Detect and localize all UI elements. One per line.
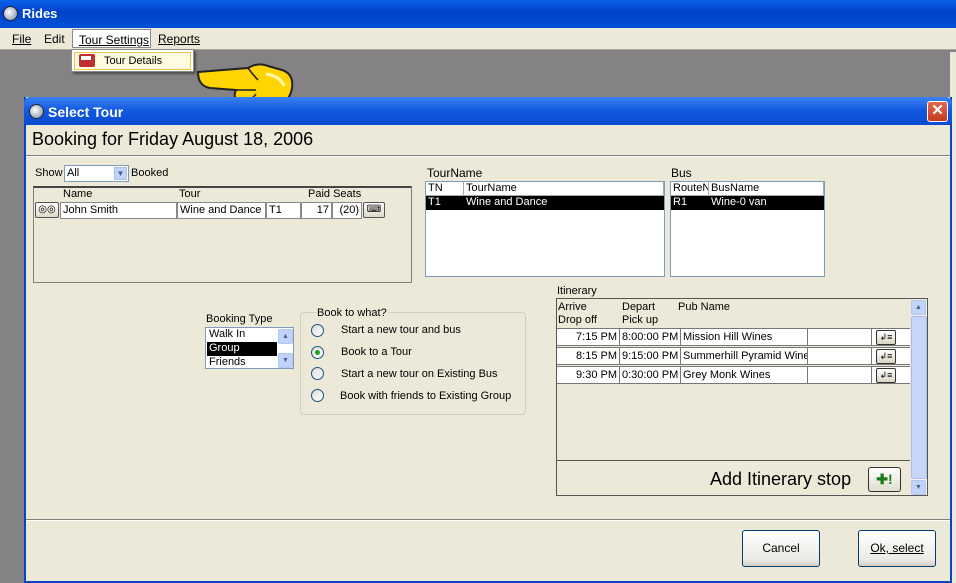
itinerary-pub: Mission Hill Wines — [681, 329, 808, 346]
column-header-busname: BusName — [709, 182, 824, 196]
itinerary-row[interactable]: 7:15 PM 8:00:00 PM Mission Hill Wines ↲≡ — [557, 328, 910, 346]
add-itinerary-label: Add Itinerary stop — [710, 469, 852, 489]
bus-row-route[interactable]: R1 — [671, 196, 709, 210]
booking-type-walk-in[interactable]: Walk In — [207, 328, 277, 342]
divider — [557, 460, 910, 462]
header-drop-off: Drop off — [558, 314, 597, 326]
radio-label: Book to a Tour — [341, 346, 412, 358]
tour-list: TN TourName T1 Wine and Dance — [425, 181, 665, 277]
column-header-route: RouteN — [671, 182, 709, 196]
tourname-section-label: TourName — [427, 166, 483, 180]
itinerary-depart: 8:00:00 PM — [620, 329, 681, 346]
add-itinerary-stop-button[interactable]: ✚! — [868, 467, 901, 492]
scroll-down-icon[interactable]: ▼ — [911, 480, 926, 495]
itinerary-row[interactable]: 9:30 PM 0:30:00 PM Grey Monk Wines ↲≡ — [557, 366, 910, 384]
tour-row-name[interactable]: Wine and Dance — [464, 196, 664, 210]
itinerary-pub: Grey Monk Wines — [681, 367, 808, 384]
radio-label: Start a new tour and bus — [341, 324, 461, 336]
booking-seats-cell[interactable]: (20) — [332, 202, 362, 219]
itinerary-scrollbar[interactable]: ▲ ▼ — [911, 300, 927, 495]
show-filter-select[interactable]: All ▼ — [64, 165, 129, 182]
column-header-name: Name — [63, 188, 93, 200]
radio-label: Start a new tour on Existing Bus — [341, 368, 498, 380]
radio-new-tour-existing-bus[interactable] — [311, 367, 324, 380]
app-title-bar: Rides — [0, 0, 956, 28]
bus-row-name[interactable]: Wine-0 van — [709, 196, 824, 210]
tour-row-tn[interactable]: T1 — [426, 196, 464, 210]
column-header-tn: TN — [426, 182, 464, 196]
bus-icon — [79, 54, 95, 67]
column-header-paid-seats: Paid Seats — [308, 188, 362, 200]
bus-list: RouteN BusName R1 Wine-0 van — [670, 181, 825, 277]
booking-type-friends[interactable]: Friends — [207, 356, 277, 370]
column-header-tourname: TourName — [464, 182, 664, 196]
itinerary-arrive: 8:15 PM — [557, 348, 620, 365]
tour-settings-dropdown: Tour Details — [71, 49, 194, 72]
menu-item-label: Tour Details — [104, 55, 163, 67]
booking-tour-cell[interactable]: Wine and Dance — [177, 202, 266, 219]
column-header-tour: Tour — [179, 188, 201, 200]
ok-select-button[interactable]: Ok, select — [858, 530, 936, 567]
header-arrive: Arrive — [558, 301, 587, 313]
booked-label: Booked — [131, 167, 169, 179]
itinerary-edit-icon[interactable]: ↲≡ — [876, 349, 896, 364]
itinerary-pub: Summerhill Pyramid Winery — [681, 348, 808, 365]
radio-label: Book with friends to Existing Group — [340, 390, 512, 402]
bus-section-label: Bus — [671, 166, 692, 180]
booking-type-group[interactable]: Group — [207, 342, 277, 356]
booking-paid-cell[interactable]: 17 — [301, 202, 332, 219]
itinerary-edit-icon[interactable]: ↲≡ — [876, 330, 896, 345]
menu-edit[interactable]: Edit — [44, 32, 65, 46]
scroll-down-icon[interactable]: ▼ — [278, 353, 293, 368]
binoculars-icon[interactable]: ◎◎ — [35, 202, 59, 218]
itinerary-label: Itinerary — [557, 285, 597, 297]
itinerary-row[interactable]: 8:15 PM 9:15:00 PM Summerhill Pyramid Wi… — [557, 347, 910, 365]
menu-item-tour-details[interactable]: Tour Details — [74, 52, 191, 70]
app-icon — [3, 6, 18, 21]
itinerary-arrive: 9:30 PM — [557, 367, 620, 384]
close-button[interactable]: ✕ — [927, 101, 948, 122]
dialog-app-icon — [29, 104, 44, 119]
header-depart: Depart — [622, 301, 656, 313]
scroll-up-icon[interactable]: ▲ — [278, 329, 293, 344]
show-filter-value: All — [67, 167, 80, 179]
divider — [26, 155, 950, 157]
divider — [26, 519, 950, 521]
booking-heading: Booking for Friday August 18, 2006 — [32, 129, 314, 149]
book-to-what-label: Book to what? — [316, 307, 388, 319]
keyboard-icon[interactable]: ⌨ — [363, 202, 385, 218]
itinerary-blank — [808, 329, 872, 346]
booking-name-cell[interactable]: John Smith — [60, 202, 177, 219]
app-title: Rides — [22, 6, 58, 21]
booking-type-list: Walk In Group Friends ▲ ▼ — [205, 327, 294, 369]
menu-file[interactable]: File — [12, 32, 31, 46]
scrollbar-thumb[interactable] — [911, 316, 927, 479]
booking-type-label: Booking Type — [206, 313, 273, 325]
radio-friends-existing-group[interactable] — [311, 389, 324, 402]
menu-tour-settings[interactable]: Tour Settings — [72, 29, 151, 48]
booking-code-cell[interactable]: T1 — [266, 202, 301, 219]
itinerary-depart: 0:30:00 PM — [620, 367, 681, 384]
show-label: Show — [35, 167, 63, 179]
chevron-down-icon[interactable]: ▼ — [114, 167, 127, 180]
dialog-title: Select Tour — [48, 104, 124, 120]
cancel-button[interactable]: Cancel — [742, 530, 820, 567]
header-pub-name: Pub Name — [678, 301, 730, 313]
header-pick-up: Pick up — [622, 314, 659, 326]
itinerary-blank — [808, 348, 872, 365]
itinerary-edit-icon[interactable]: ↲≡ — [876, 368, 896, 383]
bookings-grid — [33, 186, 412, 283]
radio-book-to-tour[interactable] — [311, 346, 324, 359]
itinerary-blank — [808, 367, 872, 384]
menu-bar: File Edit Tour Settings Reports — [0, 28, 956, 50]
dialog-title-bar: Select Tour ✕ — [24, 97, 952, 125]
scroll-up-icon[interactable]: ▲ — [911, 300, 926, 315]
menu-reports[interactable]: Reports — [158, 32, 200, 46]
itinerary-arrive: 7:15 PM — [557, 329, 620, 346]
radio-new-tour-and-bus[interactable] — [311, 324, 324, 337]
itinerary-depart: 9:15:00 PM — [620, 348, 681, 365]
